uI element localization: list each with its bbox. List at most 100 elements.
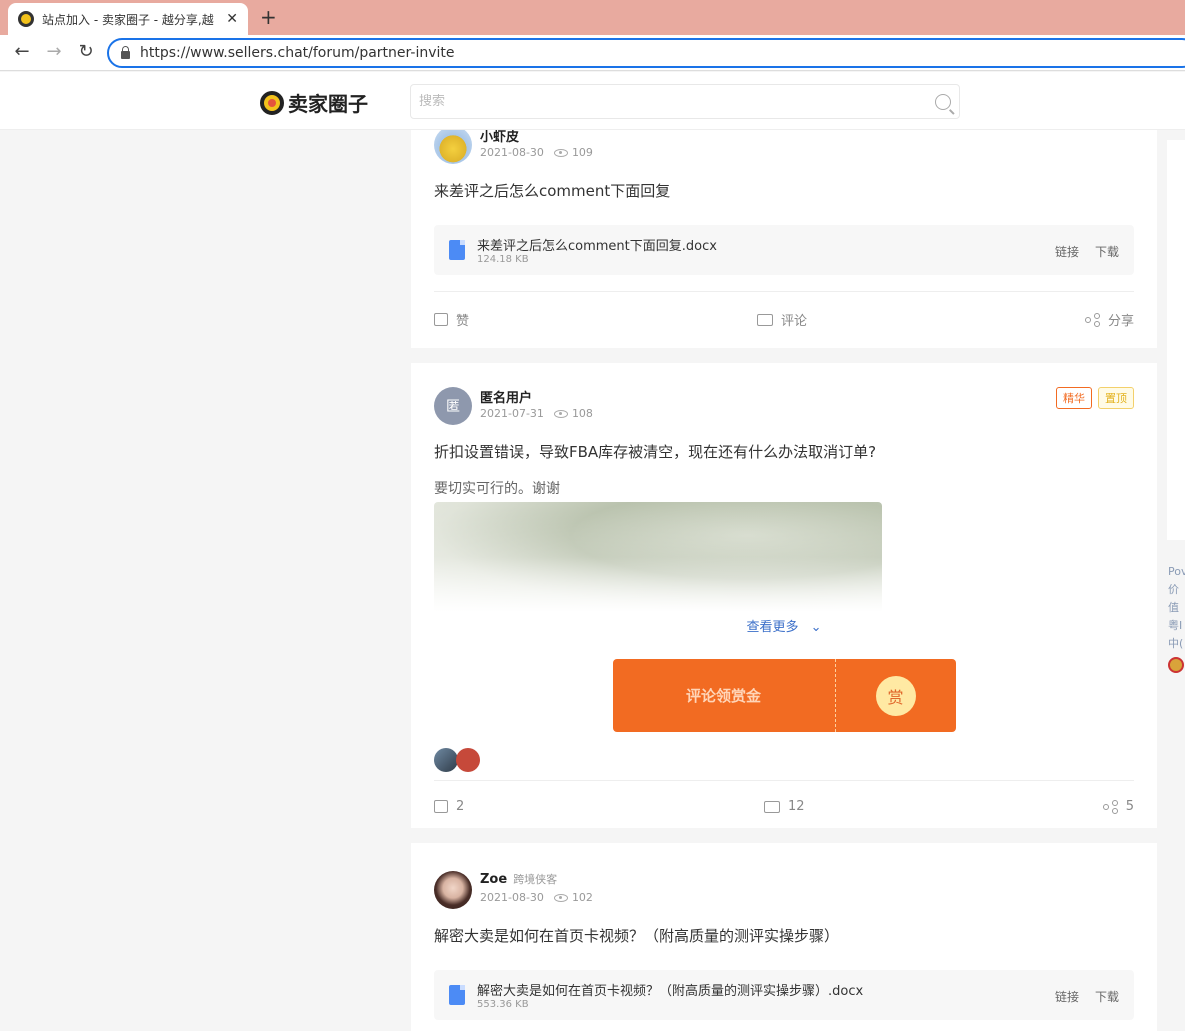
browser-toolbar: ← → ↻ https://www.sellers.chat/forum/par… bbox=[0, 35, 1185, 71]
logo-icon bbox=[260, 90, 284, 115]
share-label: 分享 bbox=[1107, 314, 1134, 329]
share-button[interactable]: 5 bbox=[1102, 799, 1134, 814]
download-button[interactable]: 下载 bbox=[1095, 988, 1119, 1005]
view-count: 108 bbox=[571, 407, 593, 420]
attachment: 解密大卖是如何在首页卡视频？（附高质量的测评实操步骤）.docx 553.36 … bbox=[434, 970, 1134, 1020]
like-button[interactable]: 赞 bbox=[434, 310, 469, 329]
forward-arrow-icon[interactable]: → bbox=[42, 41, 66, 62]
avatar[interactable]: 匿 bbox=[434, 387, 472, 425]
post-card: 匿 匿名用户 2021-07-31 108 精华 置顶 折扣设置错误，导致FBA… bbox=[411, 363, 1157, 828]
search-box bbox=[410, 84, 960, 119]
post-date: 2021-07-31 bbox=[480, 407, 544, 420]
browser-tab[interactable]: 站点加入 - 卖家圈子 - 越分享,越 ✕ bbox=[8, 3, 248, 35]
file-name[interactable]: 解密大卖是如何在首页卡视频？（附高质量的测评实操步骤）.docx bbox=[477, 980, 863, 999]
police-badge-icon bbox=[1168, 657, 1184, 673]
new-tab-icon[interactable]: + bbox=[260, 5, 277, 29]
post-actions: 2 12 5 bbox=[434, 780, 1134, 832]
logo-text: 卖家圈子 bbox=[288, 92, 368, 116]
post-meta: 2021-07-31 108 bbox=[480, 407, 593, 420]
file-actions: 链接 下载 bbox=[1055, 988, 1119, 1005]
eye-icon bbox=[553, 148, 568, 157]
search-input[interactable] bbox=[419, 94, 935, 109]
lock-icon bbox=[121, 46, 130, 59]
comment-icon bbox=[764, 800, 780, 813]
share-count: 5 bbox=[1125, 799, 1134, 814]
file-actions: 链接 下载 bbox=[1055, 243, 1119, 260]
share-icon bbox=[1084, 312, 1100, 327]
site-favicon-icon bbox=[18, 11, 34, 27]
post-card: Zoe 跨境侠客 2021-08-30 102 解密大卖是如何在首页卡视频？（附高… bbox=[411, 843, 1157, 1031]
footer-line: Pov bbox=[1168, 565, 1185, 578]
post-body: 要切实可行的。谢谢 bbox=[434, 481, 560, 497]
author-name[interactable]: 匿名用户 bbox=[480, 387, 532, 406]
post-title[interactable]: 折扣设置错误，导致FBA库存被清空，现在还有什么办法取消订单? bbox=[434, 441, 1134, 462]
post-title[interactable]: 来差评之后怎么comment下面回复 bbox=[434, 180, 1134, 201]
chevron-down-icon: ⌄ bbox=[810, 620, 822, 635]
post-title[interactable]: 解密大卖是如何在首页卡视频？（附高质量的测评实操步骤） bbox=[434, 925, 1134, 946]
post-header: Zoe 跨境侠客 2021-08-30 102 bbox=[434, 867, 1134, 913]
post-tags: 精华 置顶 bbox=[1056, 387, 1134, 409]
post-date: 2021-08-30 bbox=[480, 146, 544, 159]
author-name[interactable]: Zoe 跨境侠客 bbox=[480, 871, 557, 887]
post-header: 匿 匿名用户 2021-07-31 108 精华 置顶 bbox=[434, 383, 1134, 429]
share-button[interactable]: 分享 bbox=[1084, 310, 1134, 329]
view-count: 102 bbox=[571, 891, 593, 904]
avatar[interactable] bbox=[434, 126, 472, 164]
link-button[interactable]: 链接 bbox=[1055, 243, 1079, 260]
word-doc-icon bbox=[449, 985, 465, 1005]
close-tab-icon[interactable]: ✕ bbox=[226, 11, 238, 27]
tab-title: 站点加入 - 卖家圈子 - 越分享,越 bbox=[42, 12, 214, 27]
post-image[interactable] bbox=[434, 502, 882, 612]
link-button[interactable]: 链接 bbox=[1055, 988, 1079, 1005]
reward-button[interactable]: 评论领赏金 赏 bbox=[612, 659, 956, 732]
reward-coin-icon: 赏 bbox=[875, 675, 916, 716]
like-count: 2 bbox=[456, 799, 465, 814]
footer-line: 价值 bbox=[1168, 583, 1179, 614]
browser-tab-bar: 站点加入 - 卖家圈子 - 越分享,越 ✕ + bbox=[0, 0, 1185, 35]
author-name-text: Zoe bbox=[480, 872, 508, 887]
avatar[interactable] bbox=[434, 871, 472, 909]
thumbs-up-icon bbox=[434, 313, 448, 326]
eye-icon bbox=[553, 409, 568, 418]
right-sidebar-panel bbox=[1167, 140, 1185, 540]
site-logo[interactable]: 卖家圈子 bbox=[260, 88, 368, 117]
comment-button[interactable]: 评论 bbox=[757, 310, 807, 329]
attachment: 来差评之后怎么comment下面回复.docx 124.18 KB 链接 下载 bbox=[434, 225, 1134, 275]
pinned-badge: 置顶 bbox=[1098, 387, 1134, 409]
see-more-link[interactable]: 查看更多 ⌄ bbox=[434, 616, 1134, 635]
url-text[interactable]: https://www.sellers.chat/forum/partner-i… bbox=[140, 45, 454, 61]
comment-icon bbox=[757, 313, 773, 326]
reward-area: 评论领赏金 赏 bbox=[434, 659, 1134, 732]
site-header: 卖家圈子 bbox=[0, 72, 1185, 130]
comment-count: 12 bbox=[788, 799, 805, 814]
see-more-label: 查看更多 bbox=[746, 620, 799, 635]
eye-icon bbox=[553, 893, 568, 902]
author-title: 跨境侠客 bbox=[513, 873, 558, 886]
footer-line: 粤I bbox=[1168, 619, 1183, 632]
avatar[interactable] bbox=[456, 748, 480, 772]
avatar[interactable] bbox=[434, 748, 458, 772]
post-date: 2021-08-30 bbox=[480, 891, 544, 904]
address-bar[interactable]: https://www.sellers.chat/forum/partner-i… bbox=[107, 38, 1185, 68]
comment-button[interactable]: 12 bbox=[764, 799, 805, 814]
post-card: 小虾皮 2021-08-30 109 来差评之后怎么comment下面回复 来差… bbox=[411, 126, 1157, 348]
thumbs-up-icon bbox=[434, 800, 448, 813]
file-name[interactable]: 来差评之后怎么comment下面回复.docx bbox=[477, 235, 717, 254]
reload-icon[interactable]: ↻ bbox=[74, 41, 98, 62]
file-size: 553.36 KB bbox=[477, 999, 529, 1010]
share-icon bbox=[1102, 799, 1118, 814]
like-button[interactable]: 2 bbox=[434, 799, 464, 814]
comment-label: 评论 bbox=[781, 314, 808, 329]
file-size: 124.18 KB bbox=[477, 254, 529, 265]
search-icon[interactable] bbox=[935, 93, 951, 110]
footer-line: 中( bbox=[1168, 637, 1184, 650]
liker-avatars bbox=[434, 748, 1134, 772]
view-count: 109 bbox=[571, 146, 593, 159]
post-actions: 赞 评论 分享 bbox=[434, 291, 1134, 343]
reward-coin-area: 赏 bbox=[836, 659, 956, 732]
right-footer: Pov 价值 粤I 中( bbox=[1168, 563, 1185, 673]
download-button[interactable]: 下载 bbox=[1095, 243, 1119, 260]
essence-badge: 精华 bbox=[1056, 387, 1092, 409]
post-meta: 2021-08-30 109 bbox=[480, 146, 593, 159]
back-arrow-icon[interactable]: ← bbox=[10, 41, 34, 62]
